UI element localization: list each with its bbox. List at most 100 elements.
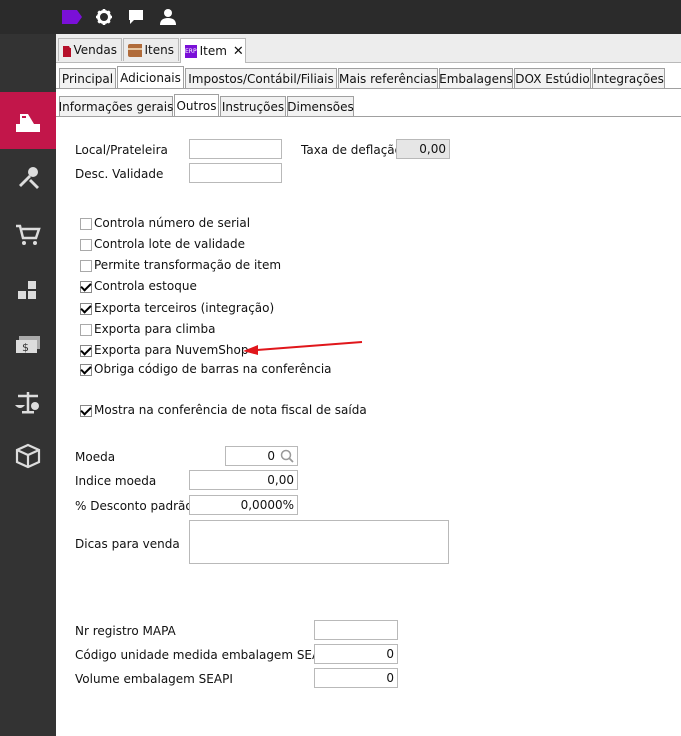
taxa-field[interactable]: 0,00 — [396, 139, 450, 159]
terceiros-checkbox[interactable] — [80, 303, 92, 315]
local-label: Local/Prateleira — [75, 143, 168, 157]
register-icon — [16, 113, 40, 132]
sub-tab-divider — [56, 116, 681, 117]
svg-text:$: $ — [22, 341, 29, 354]
top-bar — [0, 0, 681, 34]
tab-dimensoes[interactable]: Dimensões — [287, 96, 354, 116]
tab-principal[interactable]: Principal — [59, 68, 116, 88]
dicas-label: Dicas para venda — [75, 537, 180, 551]
codigo-field[interactable]: 0 — [314, 644, 398, 664]
conferencia-nf-label: Mostra na conferência de nota fiscal de … — [94, 403, 367, 417]
sidebar-item-tools[interactable] — [0, 149, 56, 206]
main-tab-bar: Principal Adicionais Impostos/Contábil/F… — [56, 66, 681, 88]
conferencia-nf-checkbox[interactable] — [80, 405, 92, 417]
sidebar-item-box[interactable] — [0, 427, 56, 484]
serial-label: Controla número de serial — [94, 216, 251, 230]
box-icon — [128, 44, 142, 57]
tools-icon — [19, 166, 39, 189]
erp-icon: ERP — [185, 44, 197, 58]
validade-field[interactable] — [189, 163, 282, 183]
sidebar-item-register[interactable] — [0, 92, 56, 149]
sidebar-item-cart[interactable] — [0, 206, 56, 263]
tab-dox-estudio[interactable]: DOX Estúdio — [514, 68, 591, 88]
tab-label: Principal — [61, 71, 114, 86]
sidebar-item-scale[interactable] — [0, 373, 56, 430]
tab-label: DOX Estúdio — [515, 71, 590, 86]
mapa-field[interactable] — [314, 620, 398, 640]
doc-tab-label: Itens — [144, 43, 174, 57]
tab-outros[interactable]: Outros — [174, 94, 219, 116]
sub-tab-bar: Informações gerais Outros Instruções Dim… — [56, 94, 681, 116]
codigo-barras-label: Obriga código de barras na conferência — [94, 362, 332, 376]
lote-checkbox[interactable] — [80, 239, 92, 251]
climba-label: Exporta para climba — [94, 322, 216, 336]
tag-icon[interactable] — [61, 9, 83, 25]
scale-icon — [15, 391, 39, 413]
moeda-label: Moeda — [75, 450, 116, 464]
moeda-field[interactable]: 0 — [225, 446, 298, 466]
indice-field[interactable]: 0,00 — [189, 470, 298, 490]
tab-integracoes[interactable]: Integrações — [592, 68, 665, 88]
estoque-label: Controla estoque — [94, 279, 197, 293]
main-tab-divider — [56, 88, 681, 89]
stock-icon — [18, 280, 36, 299]
sidebar-item-stock[interactable] — [0, 261, 56, 318]
serial-checkbox[interactable] — [80, 218, 92, 230]
folder-icon — [63, 45, 71, 57]
volume-field[interactable]: 0 — [314, 668, 398, 688]
gear-icon[interactable] — [95, 8, 113, 26]
sidebar: $ — [0, 34, 56, 736]
chat-icon[interactable] — [127, 8, 145, 26]
tab-impostos[interactable]: Impostos/Contábil/Filiais — [185, 68, 337, 88]
nuvemshop-label: Exporta para NuvemShop — [94, 343, 249, 357]
tab-label: Dimensões — [287, 99, 354, 114]
tab-instrucoes[interactable]: Instruções — [220, 96, 286, 116]
tab-label: Outros — [176, 98, 217, 113]
tab-label: Informações gerais — [58, 99, 174, 114]
moeda-value: 0 — [267, 449, 275, 463]
transformacao-label: Permite transformação de item — [94, 258, 282, 272]
lote-label: Controla lote de validade — [94, 237, 246, 251]
tab-adicionais[interactable]: Adicionais — [117, 66, 184, 88]
search-icon[interactable] — [280, 449, 294, 463]
estoque-checkbox[interactable] — [80, 281, 92, 293]
annotation-arrow — [243, 341, 363, 355]
desconto-field[interactable]: 0,0000% — [189, 495, 298, 515]
doc-tab-label: Vendas — [73, 43, 118, 57]
doc-tab-vendas[interactable]: Vendas — [58, 38, 122, 61]
volume-label: Volume embalagem SEAPI — [75, 672, 233, 686]
close-icon[interactable]: ✕ — [233, 44, 244, 59]
codigo-label: Código unidade medida embalagem SEAPI — [75, 648, 332, 662]
money-icon: $ — [16, 335, 40, 354]
cart-icon — [16, 224, 41, 245]
content-area: Vendas Itens ERP Item ✕ Principal Adicio… — [56, 34, 681, 736]
terceiros-label: Exporta terceiros (integração) — [94, 301, 275, 315]
tab-label: Embalagens — [439, 71, 513, 86]
tab-label: Impostos/Contábil/Filiais — [188, 71, 334, 86]
indice-label: Indice moeda — [75, 474, 157, 488]
tab-embalagens[interactable]: Embalagens — [439, 68, 513, 88]
doc-tab-label: Item — [199, 44, 227, 58]
tab-label: Integrações — [593, 71, 664, 86]
tab-label: Adicionais — [120, 70, 181, 85]
user-icon[interactable] — [159, 8, 177, 26]
tab-label: Instruções — [221, 99, 285, 114]
box-icon — [15, 443, 41, 468]
doc-tab-item[interactable]: ERP Item ✕ — [180, 38, 246, 63]
doc-tab-itens[interactable]: Itens — [123, 38, 179, 61]
mapa-label: Nr registro MAPA — [75, 624, 176, 638]
tab-label: Mais referências — [339, 71, 437, 86]
sidebar-item-money[interactable]: $ — [0, 316, 56, 373]
taxa-label: Taxa de deflação — [301, 143, 402, 157]
tab-informacoes-gerais[interactable]: Informações gerais — [59, 96, 173, 116]
tab-mais-referencias[interactable]: Mais referências — [338, 68, 438, 88]
nuvemshop-checkbox[interactable] — [80, 345, 92, 357]
dicas-textarea[interactable] — [189, 520, 449, 564]
document-tab-bar: Vendas Itens ERP Item ✕ — [56, 34, 681, 63]
transformacao-checkbox[interactable] — [80, 260, 92, 272]
climba-checkbox[interactable] — [80, 324, 92, 336]
desconto-label: % Desconto padrão — [75, 499, 193, 513]
local-field[interactable] — [189, 139, 282, 159]
codigo-barras-checkbox[interactable] — [80, 364, 92, 376]
validade-label: Desc. Validade — [75, 167, 164, 181]
